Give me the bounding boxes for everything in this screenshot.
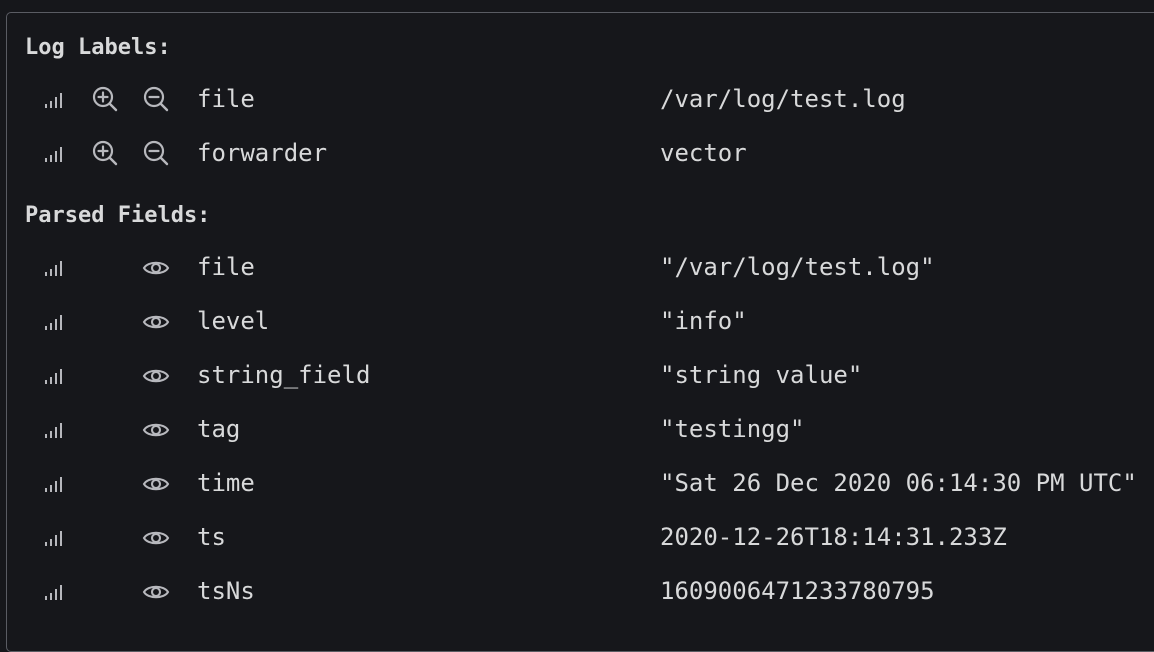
zoom-in-icon[interactable] (91, 85, 119, 113)
zoom-in-icon[interactable] (91, 139, 119, 167)
label-key: forwarder (197, 139, 328, 167)
signal-bars-icon[interactable] (43, 311, 65, 333)
signal-bars-icon[interactable] (43, 527, 65, 549)
parsed-field-row: string_field "string value" (7, 349, 1154, 403)
eye-icon[interactable] (142, 308, 170, 336)
label-value: /var/log/test.log (660, 85, 906, 113)
log-label-row: file /var/log/test.log (7, 73, 1154, 127)
label-value: vector (660, 139, 747, 167)
signal-bars-icon[interactable] (43, 473, 65, 495)
field-key: tag (197, 415, 241, 443)
parsed-field-row: level "info" (7, 295, 1154, 349)
zoom-out-icon[interactable] (142, 85, 170, 113)
label-key: file (197, 85, 255, 113)
parsed-field-row: tsNs 1609006471233780795 (7, 565, 1154, 619)
field-value: "Sat 26 Dec 2020 06:14:30 PM UTC" (660, 469, 1137, 497)
signal-bars-icon[interactable] (43, 581, 65, 603)
field-key: file (197, 253, 255, 281)
signal-bars-icon[interactable] (43, 143, 65, 165)
field-value: "string value" (660, 361, 863, 389)
field-value: "info" (660, 307, 747, 335)
parsed-field-row: ts 2020-12-26T18:14:31.233Z (7, 511, 1154, 565)
signal-bars-icon[interactable] (43, 89, 65, 111)
field-key: ts (197, 523, 226, 551)
parsed-field-row: file "/var/log/test.log" (7, 241, 1154, 295)
eye-icon[interactable] (142, 524, 170, 552)
eye-icon[interactable] (142, 416, 170, 444)
parsed-fields-title: Parsed Fields: (25, 203, 211, 228)
eye-icon[interactable] (142, 362, 170, 390)
parsed-field-row: time "Sat 26 Dec 2020 06:14:30 PM UTC" (7, 457, 1154, 511)
signal-bars-icon[interactable] (43, 365, 65, 387)
field-key: level (197, 307, 270, 335)
eye-icon[interactable] (142, 578, 170, 606)
field-value: "testingg" (660, 415, 805, 443)
eye-icon[interactable] (142, 254, 170, 282)
signal-bars-icon[interactable] (43, 257, 65, 279)
zoom-out-icon[interactable] (142, 139, 170, 167)
parsed-field-row: tag "testingg" (7, 403, 1154, 457)
signal-bars-icon[interactable] (43, 419, 65, 441)
field-value: 2020-12-26T18:14:31.233Z (660, 523, 1007, 551)
eye-icon[interactable] (142, 470, 170, 498)
field-key: string_field (197, 361, 371, 389)
log-label-row: forwarder vector (7, 127, 1154, 181)
field-value: 1609006471233780795 (660, 577, 935, 605)
field-key: tsNs (197, 577, 255, 605)
log-labels-title: Log Labels: (25, 35, 171, 60)
log-details-panel: Log Labels: file /var/log/test.log forwa… (6, 12, 1154, 652)
field-value: "/var/log/test.log" (660, 253, 935, 281)
field-key: time (197, 469, 255, 497)
